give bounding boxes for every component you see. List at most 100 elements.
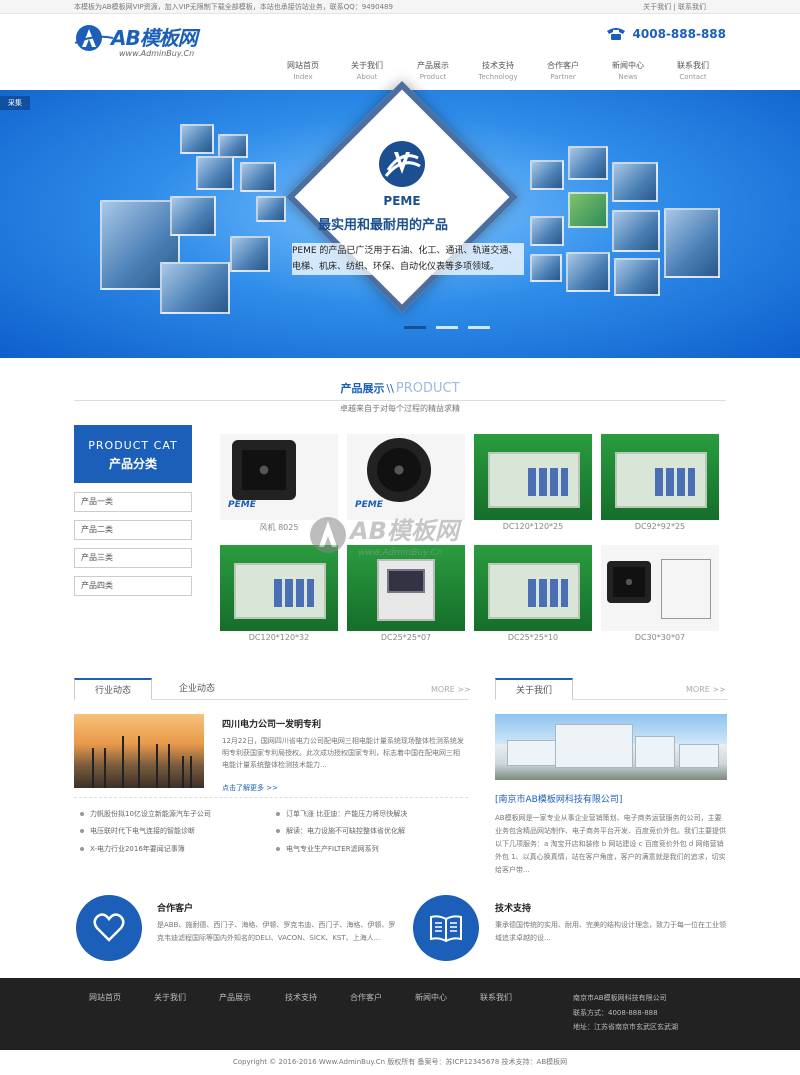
product-caption: DC25*25*07: [380, 633, 432, 642]
building-shape: [635, 736, 675, 768]
meter-device-icon: [234, 563, 326, 619]
site-logo[interactable]: AB模板网 www.AdminBuy.Cn: [75, 22, 225, 66]
pylon-shape: [122, 736, 140, 788]
product-image: [601, 434, 719, 520]
tech-support-description: 秉承德国传统的实用、耐用、完美的结构设计理念，致力于每一位在工业领域追求卓越的设…: [495, 921, 726, 942]
main-nav: 网站首页 Index 关于我们 About 产品展示 Product 技术支持 Tech…: [270, 60, 730, 84]
product-card[interactable]: DC30*30*07: [601, 545, 719, 645]
nav-item-index[interactable]: 网站首页 Index: [270, 60, 336, 81]
banner-photo: [160, 262, 230, 314]
tab-industry-news[interactable]: 行业动态: [74, 678, 152, 700]
tab-about[interactable]: 关于我们: [495, 678, 573, 700]
category-title-cn: 产品分类: [108, 457, 157, 471]
top-notice: 本模板为AB模板网VIP资源，加入VIP无限制下载全部模板，本站也承接仿站业务，…: [74, 3, 393, 11]
nav-item-news[interactable]: 新闻中心 News: [595, 60, 661, 81]
hotline-number: 4008-888-888: [632, 27, 727, 41]
banner-photo: [612, 210, 660, 252]
banner-photo: [530, 216, 564, 246]
tech-support-circle[interactable]: [413, 895, 479, 961]
nav-item-technology[interactable]: 技术支持 Technology: [465, 60, 531, 81]
banner-photo: [196, 156, 234, 190]
building-shape: [679, 744, 719, 768]
news-list-item[interactable]: 力帆股份拟10亿设立新能源汽车子公司: [80, 809, 211, 819]
banner-description: PEME 的产品已广泛用于石油、化工、通讯、轨道交通、电梯、机床、纺织、环保、自…: [292, 243, 524, 275]
tech-support-title: 技术支持: [495, 904, 532, 914]
slide-dot[interactable]: [404, 326, 426, 329]
banner-photo: [218, 134, 248, 158]
footer-link-partner[interactable]: 合作客户: [350, 992, 382, 1003]
building-shape: [555, 724, 633, 768]
top-link-contact[interactable]: 联系我们: [678, 3, 706, 11]
nav-item-contact[interactable]: 联系我们 Contact: [660, 60, 726, 81]
products-title-en: PRODUCT: [395, 381, 460, 396]
category-item-2[interactable]: 产品二类: [74, 520, 192, 540]
banner-photo: [240, 162, 276, 192]
about-image[interactable]: [495, 714, 727, 780]
phone-icon: [607, 28, 625, 40]
news-read-more[interactable]: 点击了解更多 >>: [222, 783, 278, 793]
category-item-1[interactable]: 产品一类: [74, 492, 192, 512]
section-divider: [74, 400, 726, 401]
banner-photo: [170, 196, 216, 236]
footer-address: 地址：江苏省南京市玄武区玄武湖: [573, 1023, 678, 1031]
footer-link-technology[interactable]: 技术支持: [285, 992, 317, 1003]
banner-photo: [566, 252, 610, 292]
news-list-item[interactable]: X-电力行业2016年要闻记事簿: [80, 844, 185, 854]
about-company-name[interactable]: [南京市AB模板网科技有限公司]: [495, 792, 622, 805]
news-list-item[interactable]: 解读：电力设施不可缺控整体省优化解: [276, 826, 405, 836]
top-link-about[interactable]: 关于我们: [643, 3, 671, 11]
fan-icon: [607, 561, 651, 603]
pylon-shape: [92, 748, 106, 788]
nav-sublabel: Index: [293, 73, 313, 81]
nav-item-partner[interactable]: 合作客户 Partner: [530, 60, 596, 81]
nav-item-product[interactable]: 产品展示 Product: [400, 60, 466, 81]
meter-device-icon: [488, 452, 580, 508]
products-title-cn: 产品展示: [340, 382, 385, 395]
pylon-shape: [182, 756, 192, 788]
nav-label: 新闻中心: [612, 61, 644, 70]
logo-brand: AB模板网: [111, 26, 198, 50]
news-list-item[interactable]: 电压联时代下电气连接的智能诊断: [80, 826, 195, 836]
product-card[interactable]: DC92*92*25: [601, 434, 719, 534]
watermark-brand: AB模板网: [348, 517, 463, 545]
news-image[interactable]: [74, 714, 204, 788]
banner-photo: [614, 258, 660, 296]
footer-link-index[interactable]: 网站首页: [89, 992, 121, 1003]
nav-label: 合作客户: [547, 61, 579, 70]
top-bar: 本模板为AB模板网VIP资源，加入VIP无限制下载全部模板，本站也承接仿站业务，…: [0, 0, 800, 14]
copyright: Copyright © 2016-2016 Www.AdminBuy.Cn 版权…: [0, 1050, 800, 1075]
top-link-separator: |: [673, 3, 676, 11]
peme-logo-icon: [379, 141, 425, 187]
category-item-4[interactable]: 产品四类: [74, 576, 192, 596]
pylon-shape: [156, 744, 170, 788]
tab-company-news[interactable]: 企业动态: [158, 678, 236, 700]
nav-sublabel: About: [356, 73, 378, 81]
fan-icon: [232, 440, 296, 500]
footer-link-about[interactable]: 关于我们: [154, 992, 186, 1003]
news-more-link[interactable]: MORE >>: [431, 685, 471, 694]
banner-tag[interactable]: 采集: [0, 96, 30, 110]
news-list-item[interactable]: 订单飞涨 比亚迪：产能压力将尽快解决: [276, 809, 407, 819]
nav-item-about[interactable]: 关于我们 About: [334, 60, 400, 81]
slide-dot[interactable]: [468, 326, 490, 329]
banner-photo: [256, 196, 286, 222]
footer-link-contact[interactable]: 联系我们: [480, 992, 512, 1003]
footer-link-product[interactable]: 产品展示: [219, 992, 251, 1003]
about-more-link[interactable]: MORE >>: [686, 685, 726, 694]
heart-icon: [93, 913, 125, 942]
product-caption: DC120*120*32: [248, 633, 310, 642]
category-header: PRODUCT CAT 产品分类: [74, 425, 192, 483]
product-caption: DC30*30*07: [634, 633, 686, 642]
news-headline[interactable]: 四川电力公司一发明专利: [222, 717, 321, 730]
partners-description: 是ABB、施耐德、西门子、海格、伊顿、罗克韦迪、西门子、海格、伊顿、罗克韦迪滤程…: [157, 921, 396, 942]
watermark-logo: AB模板网 www.AdminBuy.Cn: [310, 517, 463, 558]
products-subtitle: 卓越来自于对每个过程的精益求精: [340, 404, 460, 413]
news-list-item[interactable]: 电气专业生产FILTER滤网系列: [276, 844, 379, 854]
footer-company: 南京市AB模板网科技有限公司: [573, 994, 667, 1002]
slide-dot[interactable]: [436, 326, 458, 329]
footer-link-news[interactable]: 新闻中心: [415, 992, 447, 1003]
partners-circle[interactable]: [76, 895, 142, 961]
product-image: [601, 545, 719, 631]
category-item-3[interactable]: 产品三类: [74, 548, 192, 568]
nav-label: 联系我们: [677, 61, 709, 70]
